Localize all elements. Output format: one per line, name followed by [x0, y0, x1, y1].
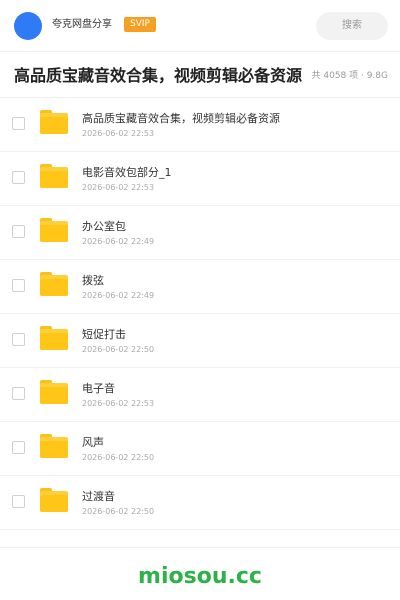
page-title: 高品质宝藏音效合集，视频剪辑必备资源: [14, 66, 303, 85]
folder-icon: [40, 218, 68, 242]
file-row[interactable]: 办公室包 2026-06-02 22:49: [0, 206, 400, 260]
file-name[interactable]: 电影音效包部分_1: [82, 166, 172, 180]
avatar[interactable]: [14, 12, 42, 40]
share-page: 夸克网盘分享 SVIP 搜索 高品质宝藏音效合集，视频剪辑必备资源 共 4058…: [0, 0, 400, 600]
file-date: 2026-06-02 22:53: [82, 129, 155, 138]
file-row[interactable]: 电子音 2026-06-02 22:53: [0, 368, 400, 422]
file-row[interactable]: 高品质宝藏音效合集，视频剪辑必备资源 2026-06-02 22:53: [0, 98, 400, 152]
file-name[interactable]: 电子音: [82, 382, 115, 396]
file-row[interactable]: 短促打击 2026-06-02 22:50: [0, 314, 400, 368]
file-list: 高品质宝藏音效合集，视频剪辑必备资源 2026-06-02 22:53 电影音效包部…: [0, 98, 400, 530]
folder-icon: [40, 488, 68, 512]
file-name[interactable]: 风声: [82, 436, 104, 450]
file-date: 2026-06-02 22:50: [82, 453, 155, 462]
file-date: 2026-06-02 22:50: [82, 345, 155, 354]
file-date: 2026-06-02 22:49: [82, 291, 155, 300]
select-checkbox[interactable]: [12, 225, 25, 238]
share-title-bar: 高品质宝藏音效合集，视频剪辑必备资源 共 4058 项 · 9.8G: [0, 52, 400, 98]
folder-icon: [40, 164, 68, 188]
file-row[interactable]: 电影音效包部分_1 2026-06-02 22:53: [0, 152, 400, 206]
select-checkbox[interactable]: [12, 441, 25, 454]
folder-icon: [40, 110, 68, 134]
footer-brand: miosou.cc: [138, 564, 262, 589]
svip-badge: SVIP: [124, 17, 156, 32]
folder-icon: [40, 380, 68, 404]
select-checkbox[interactable]: [12, 495, 25, 508]
folder-icon: [40, 326, 68, 350]
file-name[interactable]: 办公室包: [82, 220, 126, 234]
file-date: 2026-06-02 22:50: [82, 507, 155, 516]
file-date: 2026-06-02 22:53: [82, 183, 155, 192]
folder-icon: [40, 272, 68, 296]
file-row[interactable]: 风声 2026-06-02 22:50: [0, 422, 400, 476]
file-row[interactable]: 过渡音 2026-06-02 22:50: [0, 476, 400, 530]
search-button[interactable]: 搜索: [316, 12, 388, 40]
file-name[interactable]: 拨弦: [82, 274, 104, 288]
select-checkbox[interactable]: [12, 279, 25, 292]
select-checkbox[interactable]: [12, 387, 25, 400]
file-name[interactable]: 高品质宝藏音效合集，视频剪辑必备资源: [82, 112, 280, 126]
file-date: 2026-06-02 22:53: [82, 399, 155, 408]
select-checkbox[interactable]: [12, 171, 25, 184]
top-bar: 夸克网盘分享 SVIP 搜索: [0, 0, 400, 52]
select-checkbox[interactable]: [12, 333, 25, 346]
file-date: 2026-06-02 22:49: [82, 237, 155, 246]
select-checkbox[interactable]: [12, 117, 25, 130]
file-row[interactable]: 拨弦 2026-06-02 22:49: [0, 260, 400, 314]
share-meta: 共 4058 项 · 9.8G: [311, 71, 389, 81]
file-name[interactable]: 过渡音: [82, 490, 115, 504]
app-name: 夸克网盘分享: [52, 19, 112, 30]
footer-divider: [0, 547, 400, 548]
folder-icon: [40, 434, 68, 458]
file-name[interactable]: 短促打击: [82, 328, 126, 342]
